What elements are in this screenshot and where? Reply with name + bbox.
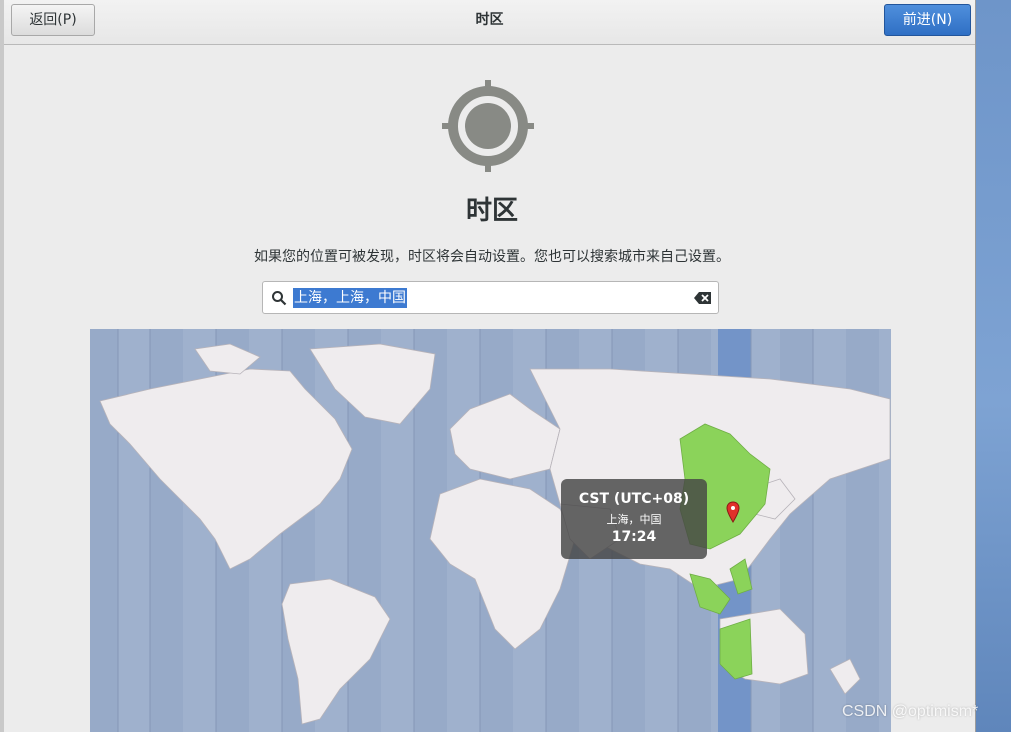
- search-input[interactable]: 上海，上海，中国: [262, 281, 719, 314]
- desktop-background: [976, 0, 1011, 732]
- header-title: 时区: [475, 12, 504, 28]
- tooltip-time: 17:24: [611, 529, 657, 545]
- search-value[interactable]: 上海，上海，中国: [293, 288, 407, 308]
- location-pin-icon[interactable]: [726, 501, 740, 523]
- location-target-icon: [442, 80, 534, 172]
- clear-icon[interactable]: [694, 290, 712, 306]
- world-map-graphic[interactable]: [90, 329, 891, 732]
- page-description: 如果您的位置可被发现，时区将会自动设置。您也可以搜索城市来自己设置。: [254, 249, 730, 265]
- page-title: 时区: [465, 196, 518, 226]
- timezone-window: 返回(P) 时区 前进(N) 时区 如果您的位置可被发现，时区将会自动设置。您也…: [0, 0, 976, 732]
- watermark: CSDN @optimism*: [842, 703, 979, 720]
- header-bar: 返回(P) 时区 前进(N): [4, 0, 975, 45]
- next-button[interactable]: 前进(N): [884, 4, 971, 36]
- search-icon: [272, 291, 287, 306]
- tooltip-zone: CST (UTC+08): [578, 491, 690, 507]
- timezone-tooltip: CST (UTC+08) 上海，中国 17:24: [561, 479, 707, 559]
- tooltip-city: 上海，中国: [606, 513, 662, 526]
- world-map[interactable]: [90, 329, 891, 732]
